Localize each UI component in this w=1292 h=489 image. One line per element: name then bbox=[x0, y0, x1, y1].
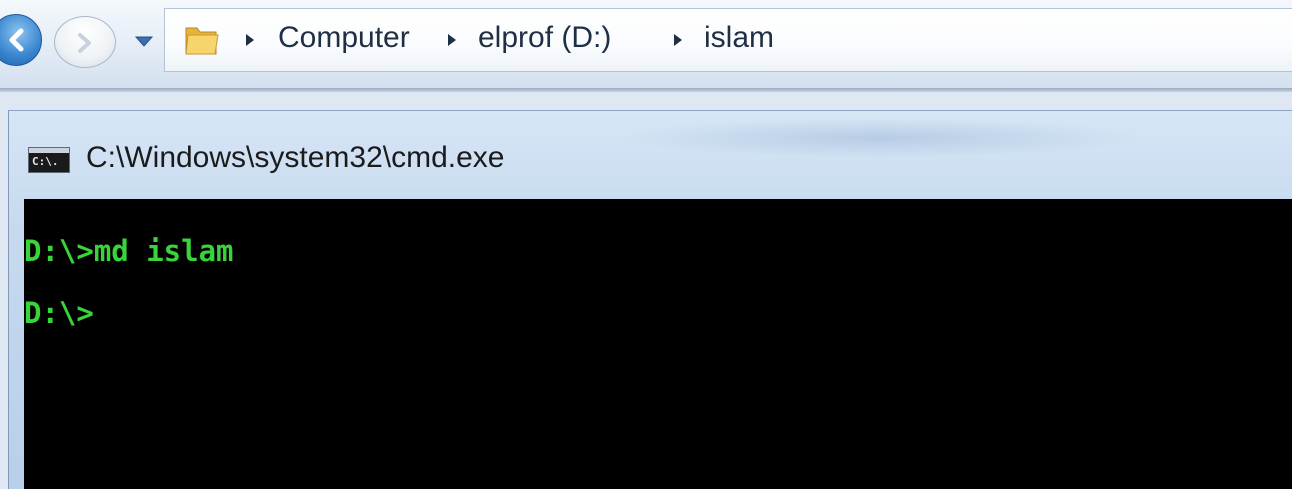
chevron-down-icon bbox=[134, 36, 154, 47]
console-output[interactable]: D:\>md islam D:\> bbox=[24, 199, 1292, 489]
forward-arrow-icon bbox=[78, 33, 91, 53]
breadcrumb-computer[interactable]: Computer bbox=[278, 18, 410, 58]
window-title: C:\Windows\system32\cmd.exe bbox=[86, 141, 505, 174]
chevron-right-icon[interactable] bbox=[672, 32, 684, 48]
breadcrumb-folder[interactable]: islam bbox=[704, 18, 774, 58]
divider bbox=[0, 88, 1292, 92]
forward-button[interactable] bbox=[54, 16, 116, 68]
console-line: D:\>md islam bbox=[24, 234, 234, 268]
console-prompt: D:\> bbox=[24, 296, 94, 330]
folder-icon bbox=[182, 20, 222, 60]
screen: Computer elprof (D:) islam C:\. C:\Windo… bbox=[0, 0, 1292, 489]
chevron-right-icon[interactable] bbox=[244, 32, 256, 48]
cmd-icon[interactable]: C:\. bbox=[28, 147, 70, 173]
breadcrumb-drive[interactable]: elprof (D:) bbox=[478, 18, 611, 58]
title-bar-glow bbox=[620, 118, 1140, 158]
cmd-icon-label: C:\. bbox=[32, 155, 59, 168]
chevron-right-icon[interactable] bbox=[446, 32, 458, 48]
recent-pages-dropdown[interactable] bbox=[133, 30, 155, 52]
back-arrow-icon bbox=[9, 28, 24, 52]
cmd-icon-bar bbox=[29, 148, 69, 153]
